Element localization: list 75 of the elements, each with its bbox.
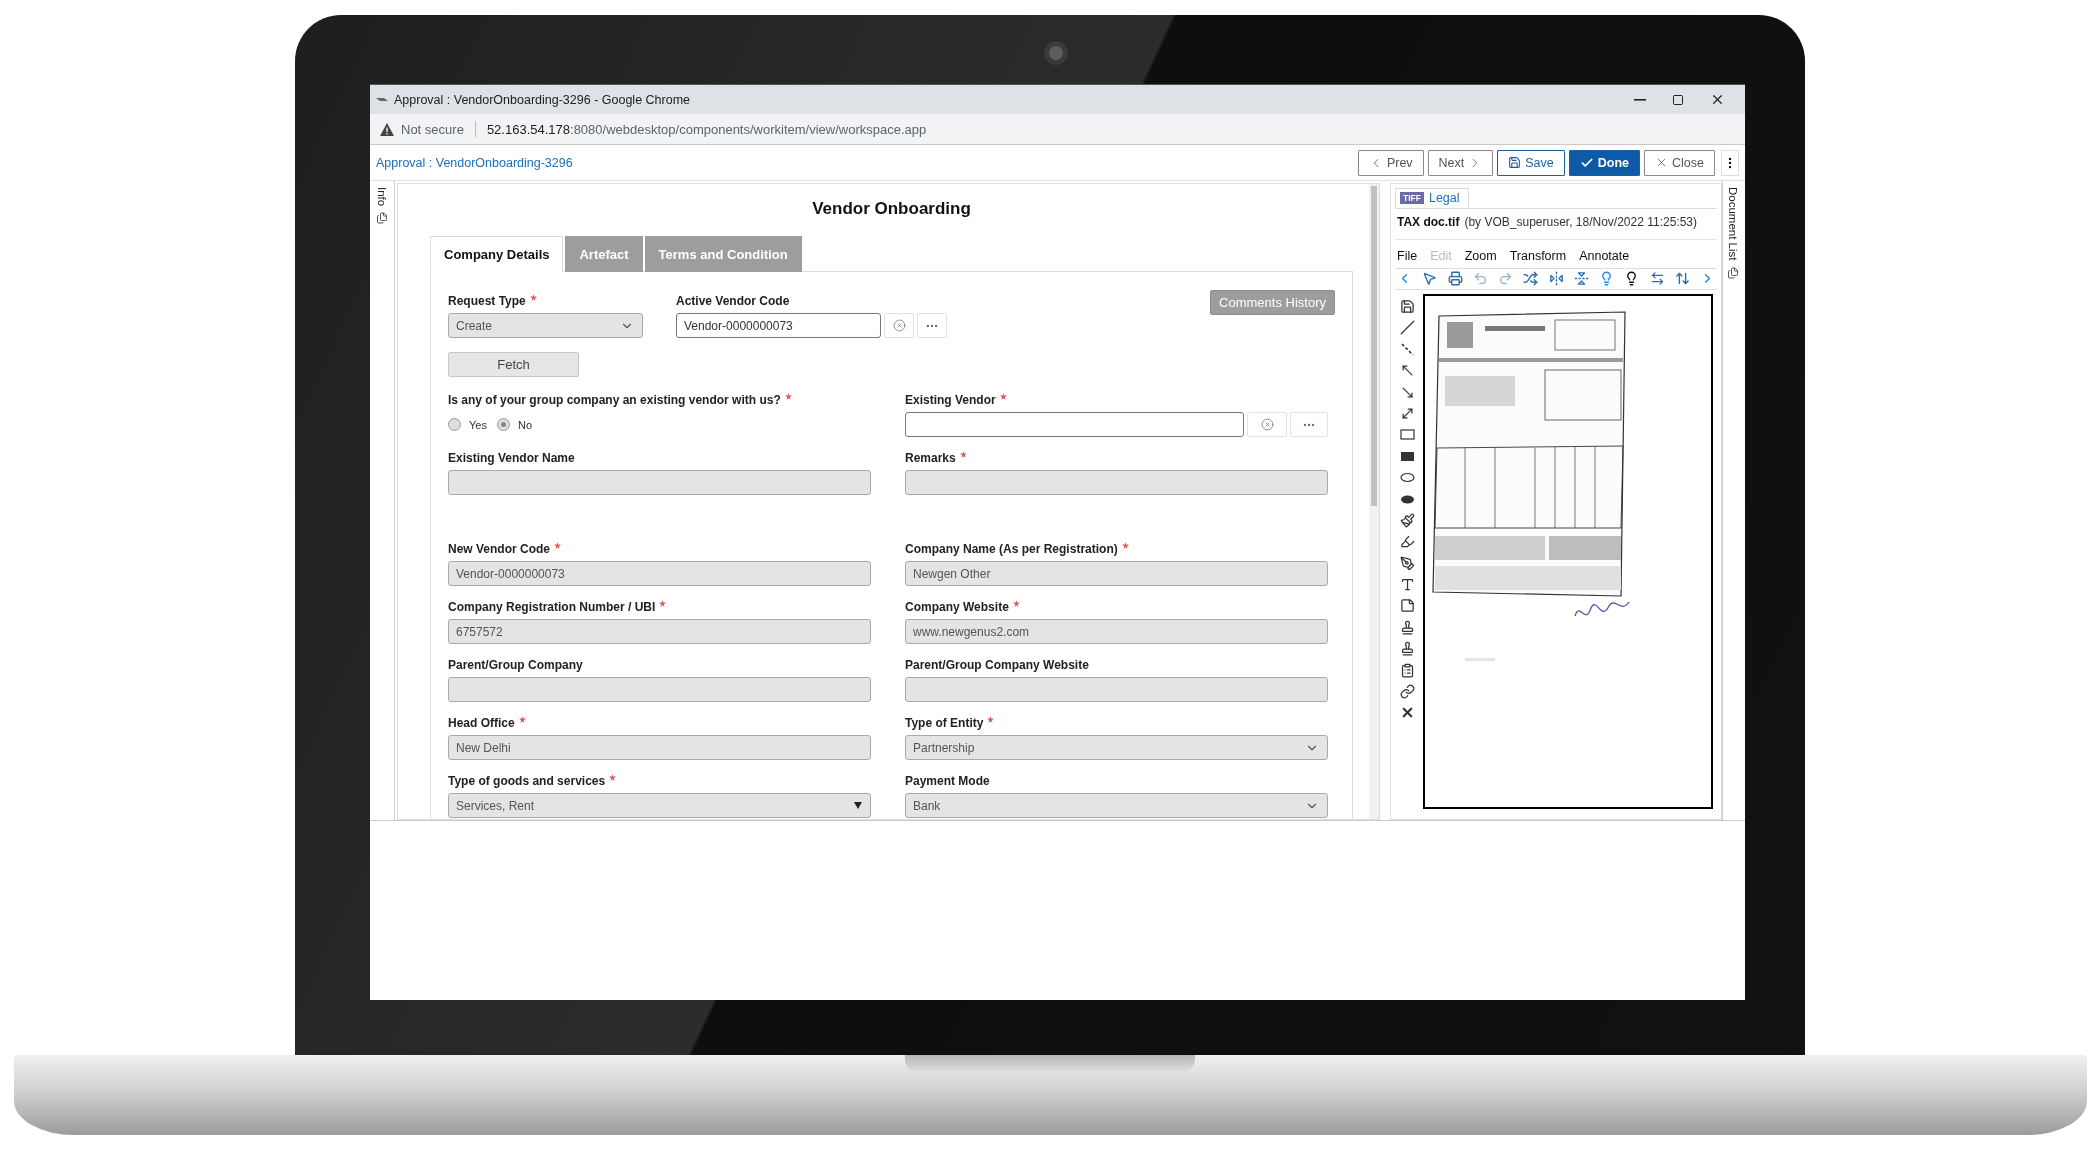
field-label: Parent/Group Company [448, 658, 583, 672]
more-options-button[interactable] [1721, 149, 1739, 176]
form-title: Vendor Onboarding [811, 199, 972, 219]
paintbrush-icon[interactable] [1399, 512, 1415, 528]
security-label[interactable]: Not secure [401, 121, 464, 137]
done-button[interactable]: Done [1568, 149, 1641, 176]
file-name: TAX doc.tif [1397, 214, 1460, 229]
documents-icon[interactable] [1726, 266, 1739, 279]
save-icon [1508, 156, 1522, 169]
close-icon [1710, 92, 1725, 107]
file-meta: (by VOB_superuser, 18/Nov/2022 11:25:53) [1464, 214, 1698, 229]
warning-icon [380, 122, 394, 136]
field-label: Active Vendor Code [676, 294, 790, 308]
flip-horizontal-icon[interactable] [1548, 271, 1564, 287]
triangle-down-icon [854, 802, 862, 809]
document-tab-label: Legal [1428, 191, 1460, 206]
field-label: Existing Vendor [905, 393, 996, 407]
maximize-icon [1672, 93, 1684, 106]
close-button[interactable]: Close [1644, 149, 1715, 176]
clear-icon [1260, 418, 1274, 431]
field-label: Company Name (As per Registration) [905, 542, 1118, 556]
field-label: Existing Vendor Name [448, 451, 575, 465]
flip-vertical-icon[interactable] [1573, 271, 1589, 287]
field-label: Head Office [448, 716, 515, 730]
note-icon[interactable] [1399, 598, 1415, 614]
shuffle-icon[interactable] [1523, 271, 1539, 287]
field-label: Is any of your group company an existing vendor with us? [448, 393, 781, 407]
field-label: Type of goods and services [448, 774, 606, 788]
dashed-line-icon[interactable] [1399, 341, 1415, 357]
double-arrow-icon[interactable] [1399, 405, 1415, 421]
highlighter-icon[interactable] [1399, 534, 1415, 550]
stamp-icon[interactable] [1399, 641, 1415, 657]
arrow-up-down-icon[interactable] [1674, 271, 1690, 287]
fetch-button[interactable]: Fetch [448, 352, 579, 377]
prev-button[interactable]: Prev [1357, 149, 1424, 176]
breadcrumb-link[interactable]: Approval : VendorOnboarding-3296 [376, 155, 573, 170]
pointer-icon[interactable] [1422, 271, 1438, 287]
window-title: Approval : VendorOnboarding-3296 - Google Chrome [394, 92, 691, 107]
field-label: Parent/Group Company Website [905, 658, 1089, 672]
menu-item[interactable]: File [1397, 248, 1418, 263]
url-text[interactable]: 52.163.54.178:8080/webdesktop/components/workitem/view/workspace.app [486, 121, 927, 137]
input-field[interactable] [905, 412, 1244, 437]
input-field[interactable]: Vendor-0000000073 [676, 313, 881, 338]
scrollbar[interactable] [1369, 184, 1379, 819]
field-label: Payment Mode [905, 774, 990, 788]
rectangle-icon[interactable] [1399, 427, 1415, 443]
next-button[interactable]: Next [1427, 149, 1494, 176]
save-icon[interactable] [1399, 299, 1415, 314]
camera-dot [1044, 41, 1068, 65]
print-icon[interactable] [1447, 271, 1463, 287]
pen-icon[interactable] [1399, 555, 1415, 571]
field-label: Company Registration Number / UBI [448, 600, 656, 614]
stamp-icon[interactable] [1399, 619, 1415, 635]
arrow-left-right-icon[interactable] [1649, 271, 1665, 287]
link-icon[interactable] [1399, 684, 1415, 700]
form-tab[interactable]: Company Details [430, 236, 564, 272]
field-label: Company Website [905, 600, 1009, 614]
document-tab[interactable]: TIFF Legal [1395, 188, 1469, 208]
menu-item[interactable]: Transform [1509, 248, 1567, 263]
minimize-icon [1634, 98, 1646, 101]
field-label: Request Type [448, 294, 526, 308]
line-icon[interactable] [1399, 320, 1415, 336]
menu-item[interactable]: Annotate [1579, 248, 1630, 263]
info-tab[interactable]: Info [376, 187, 388, 207]
documents-icon[interactable] [376, 212, 388, 225]
save-button[interactable]: Save [1497, 149, 1565, 176]
document-list-tab[interactable]: Document List [1726, 187, 1739, 261]
clear-icon [892, 319, 906, 332]
menu-item[interactable]: Zoom [1464, 248, 1497, 263]
field-label: Remarks [905, 451, 956, 465]
field-label: Type of Entity [905, 716, 984, 730]
file-type-badge: TIFF [1400, 192, 1424, 205]
clipboard-icon[interactable] [1399, 662, 1415, 678]
text-icon[interactable] [1399, 577, 1415, 593]
field-label: New Vendor Code [448, 542, 551, 556]
